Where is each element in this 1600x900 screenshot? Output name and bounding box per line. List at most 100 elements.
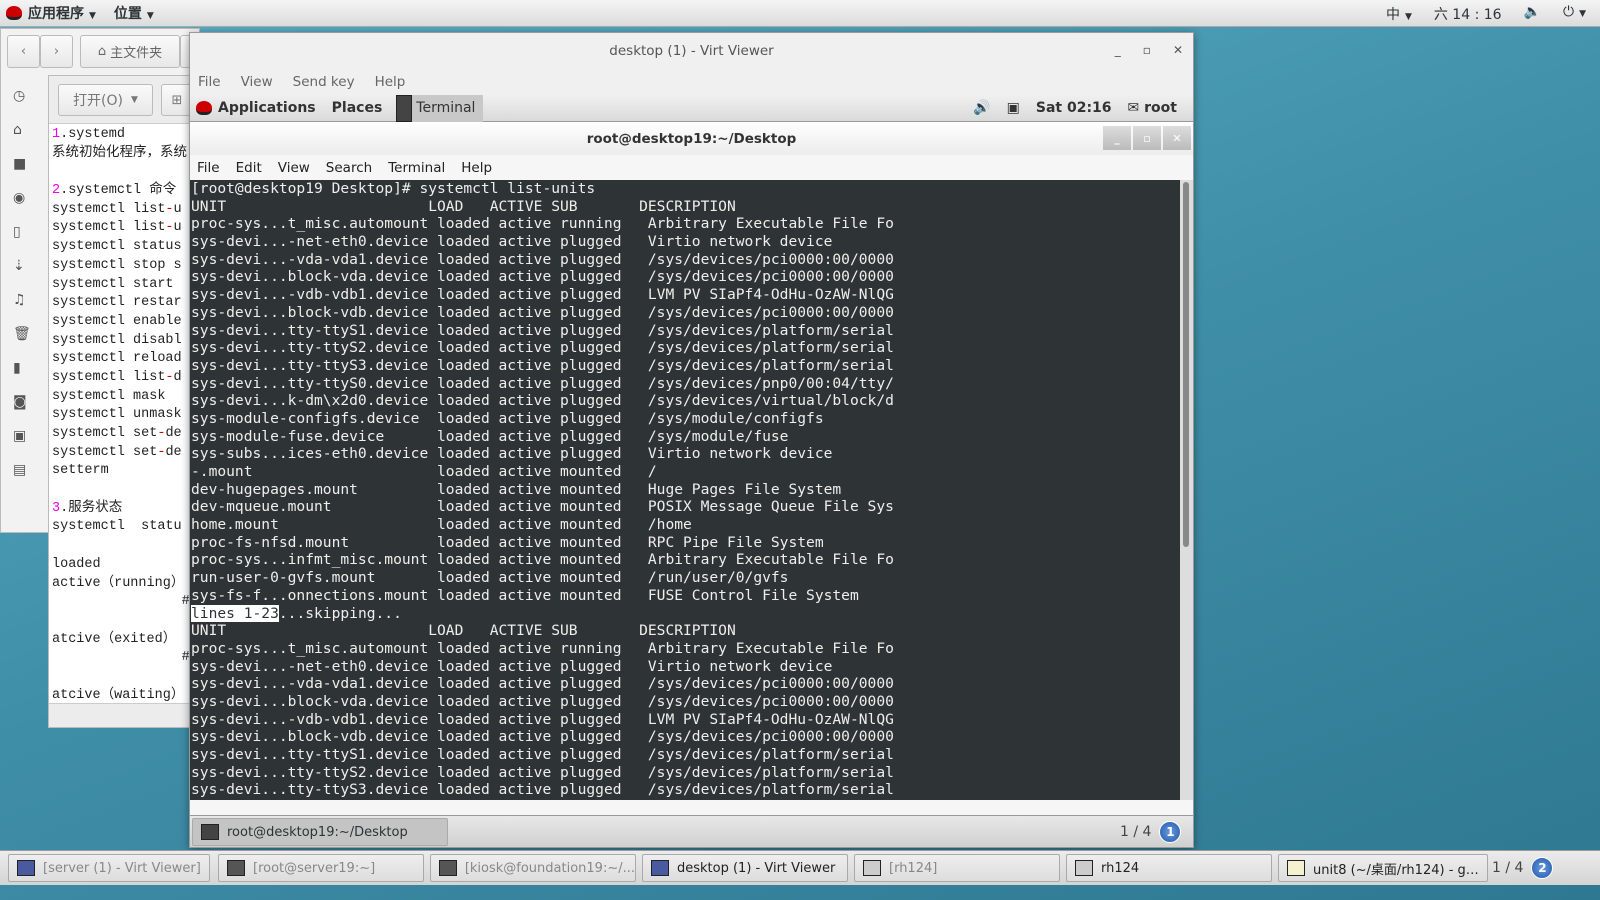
guest-display[interactable]: Applications Places Terminal 🔊 ▣ Sat 02:… <box>190 94 1193 847</box>
music-icon[interactable]: ♫ <box>1 283 51 317</box>
menu-item-view[interactable]: View <box>278 160 310 176</box>
cabinet-icon <box>1075 860 1093 876</box>
guest-clock[interactable]: Sat 02:16 <box>1036 100 1112 116</box>
unit-row: sys-devi...tty-ttyS1.device loaded activ… <box>191 321 894 339</box>
unit-row: dev-hugepages.mount loaded active mounte… <box>191 480 842 498</box>
editor-line: 3.服务状态 <box>52 500 192 519</box>
terminal-output[interactable]: [root@desktop19 Desktop]# systemctl list… <box>190 180 1180 800</box>
editor-line: systemctl stop s <box>52 257 192 276</box>
maximize-button[interactable]: ▫ <box>1143 43 1151 57</box>
network-disconnected-icon[interactable]: ▣ <box>1007 100 1020 116</box>
redhat-logo-icon <box>6 6 22 20</box>
downloads-icon[interactable]: ⇣ <box>1 249 51 283</box>
editor-line: systemctl start <box>52 276 192 295</box>
caret-down-icon: ▼ <box>89 11 96 21</box>
videos-icon[interactable]: ■ <box>1 147 51 181</box>
editor-text-segment: systemctl disabl <box>52 332 182 348</box>
text-editor-window: 打开(O) ▼ ⊞ 1.systemd 系统初始化程序，系统 2.systemctl … <box>48 75 193 728</box>
home-crumb[interactable]: ⌂ 主文件夹 <box>80 35 180 68</box>
pictures-icon[interactable]: ◉ <box>1 181 51 215</box>
pager-line: lines 1-23...skipping... <box>191 604 1180 623</box>
maximize-button[interactable]: ▫ <box>1133 126 1161 150</box>
terminal-scrollbar[interactable] <box>1180 180 1193 800</box>
back-button[interactable]: ‹ <box>7 35 40 68</box>
workspace-switcher[interactable]: 1 / 4 1 <box>1120 821 1182 843</box>
menu-item-edit[interactable]: Edit <box>236 160 262 176</box>
guest-task-terminal[interactable]: root@desktop19:~/Desktop <box>192 818 448 846</box>
menu-item-view[interactable]: View <box>241 74 273 90</box>
editor-text-segment: 系统初始化程序，系统 <box>52 145 187 161</box>
usb-icon[interactable]: ▮ <box>1 351 51 385</box>
task-label: [rh124] <box>889 860 938 876</box>
editor-line: systemctl status <box>52 238 192 257</box>
user-menu[interactable]: ✉ root <box>1128 100 1177 116</box>
editor-line: systemctl mask <box>52 388 192 407</box>
close-button[interactable]: ✕ <box>1163 126 1191 150</box>
user-label: root <box>1144 100 1177 116</box>
editor-line: systemctl list-u <box>52 201 192 220</box>
home-icon[interactable]: ⌂ <box>1 113 51 147</box>
network-icon[interactable]: ▣ <box>1 419 51 453</box>
menu-item-help[interactable]: Help <box>375 74 406 90</box>
host-taskbar: [server (1) - Virt Viewer] [root@server19… <box>0 850 1600 885</box>
menu-item-file[interactable]: File <box>197 160 220 176</box>
editor-line: 系统初始化程序，系统 <box>52 145 192 164</box>
guest-applications-menu[interactable]: Applications <box>218 100 316 116</box>
workspace-label: 1 / 4 <box>1120 824 1152 840</box>
trash-icon[interactable]: 🗑 <box>1 317 51 351</box>
editor-text-segment: # <box>52 650 190 666</box>
menu-item-file[interactable]: File <box>198 74 221 90</box>
input-method-menu[interactable]: 中 ▼ <box>1386 4 1412 24</box>
home-icon: ⌂ <box>97 44 107 59</box>
menu-item-terminal[interactable]: Terminal <box>388 160 445 176</box>
unit-row: run-user-0-gvfs.mount loaded active moun… <box>191 569 789 587</box>
workspace-switcher[interactable]: 1 / 4 2 <box>1492 857 1554 879</box>
close-button[interactable]: ✕ <box>1173 43 1183 57</box>
volume-icon[interactable]: 🔊 <box>973 100 990 116</box>
host-task-item[interactable]: [rh124] <box>854 854 1060 882</box>
scrollbar-thumb[interactable] <box>1183 182 1189 547</box>
unit-row: sys-devi...-vdb-vdb1.device loaded activ… <box>191 286 894 304</box>
recent-icon[interactable]: ◷ <box>1 79 51 113</box>
applications-menu[interactable]: 应用程序 ▼ <box>28 3 96 23</box>
minimize-button[interactable]: _ <box>1103 126 1131 150</box>
host-task-item[interactable]: [server (1) - Virt Viewer] <box>8 854 210 882</box>
unit-row: sys-devi...tty-ttyS0.device loaded activ… <box>191 374 894 392</box>
menu-item-send-key[interactable]: Send key <box>293 74 355 90</box>
power-menu[interactable]: ⏻ ▼ <box>1563 4 1586 24</box>
host-task-item[interactable]: rh124 <box>1066 854 1272 882</box>
editor-text-segment: - <box>165 220 174 236</box>
editor-text-segment: atcive（exited） <box>52 631 177 647</box>
editor-text-segment: active（running） <box>52 575 185 591</box>
guest-places-menu[interactable]: Places <box>332 100 383 116</box>
pager-marker: lines 1-23 <box>191 604 279 622</box>
terminal-prompt: [root@desktop19 Desktop]# systemctl list… <box>191 180 596 197</box>
editor-line: 2.systemctl 命令 <box>52 182 192 201</box>
host-task-item[interactable]: desktop (1) - Virt Viewer <box>642 854 848 882</box>
editor-text-segment: u <box>173 201 182 217</box>
user-icon: ✉ <box>1127 100 1145 116</box>
editor-text-segment: systemctl enable <box>52 313 182 329</box>
editor-text-segment: u <box>173 220 182 236</box>
menu-item-help[interactable]: Help <box>461 160 492 176</box>
host-task-item[interactable]: [root@server19:~] <box>218 854 424 882</box>
unit-row: sys-fs-f...onnections.mount loaded activ… <box>191 586 859 604</box>
minimize-button[interactable]: _ <box>1115 43 1121 57</box>
monitor-icon <box>651 860 669 876</box>
unit-row: sys-devi...block-vdb.device loaded activ… <box>191 728 894 746</box>
connect-server-icon[interactable]: ▤ <box>1 453 51 487</box>
places-menu[interactable]: 位置 ▼ <box>114 3 154 23</box>
clock[interactable]: 六 14 : 16 <box>1434 4 1502 24</box>
host-task-item[interactable]: [kiosk@foundation19:~/... <box>430 854 636 882</box>
forward-button[interactable]: › <box>40 35 73 68</box>
open-button[interactable]: 打开(O) ▼ <box>58 84 153 116</box>
disk-icon[interactable]: ◙ <box>1 385 51 419</box>
host-task-item[interactable]: unit8 (~/桌面/rh124) - g… <box>1278 854 1488 882</box>
guest-terminal-app[interactable]: Terminal <box>396 94 484 122</box>
menu-item-search[interactable]: Search <box>326 160 372 176</box>
documents-icon[interactable]: ▯ <box>1 215 51 249</box>
unit-row: proc-sys...t_misc.automount loaded activ… <box>191 215 894 233</box>
editor-text[interactable]: 1.systemd 系统初始化程序，系统 2.systemctl 命令 systemc… <box>49 124 192 705</box>
task-label: desktop (1) - Virt Viewer <box>677 860 836 876</box>
volume-muted-icon[interactable]: 🔈 <box>1524 4 1541 24</box>
